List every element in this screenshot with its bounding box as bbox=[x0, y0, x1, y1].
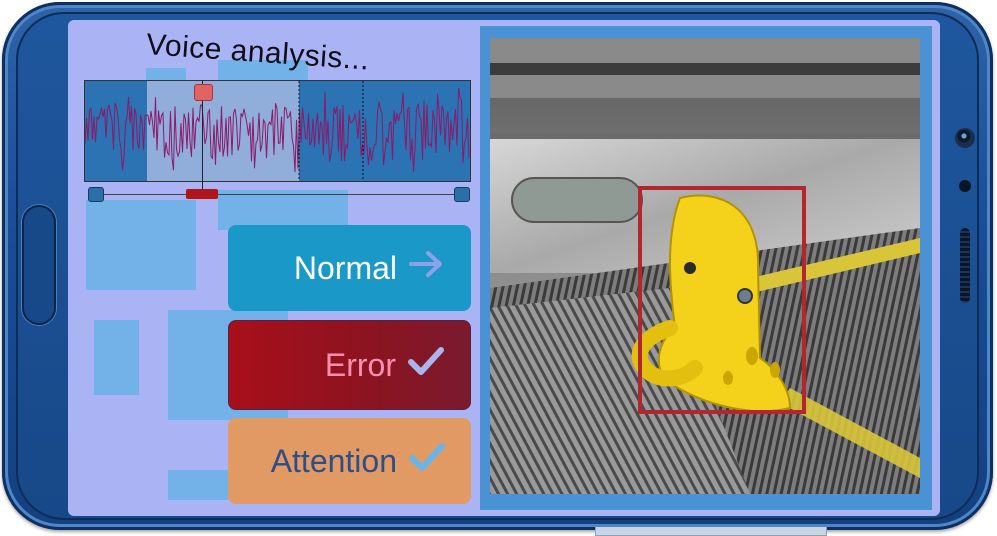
scrub-end-handle[interactable] bbox=[454, 187, 470, 202]
attention-button-label: Attention bbox=[270, 442, 397, 479]
normal-button[interactable]: Normal bbox=[228, 225, 471, 311]
detection-bounding-box bbox=[638, 186, 806, 414]
normal-button-label: Normal bbox=[293, 249, 397, 286]
bg-tile bbox=[94, 320, 139, 395]
error-button-label: Error bbox=[324, 346, 396, 383]
scrub-start-handle[interactable] bbox=[88, 187, 104, 202]
waveform-graph bbox=[85, 81, 470, 181]
bg-tile bbox=[218, 190, 348, 230]
audio-waveform[interactable] bbox=[84, 80, 471, 182]
home-button[interactable] bbox=[22, 205, 56, 325]
escalator-photo bbox=[490, 38, 920, 494]
app-screen: Voice analysis... Normal Error Attention bbox=[68, 20, 940, 516]
waveform-trace bbox=[85, 87, 470, 173]
attention-button[interactable]: Attention bbox=[228, 418, 471, 504]
speaker-grille-icon bbox=[960, 228, 970, 303]
scrub-thumb[interactable] bbox=[186, 189, 218, 199]
arrow-right-icon bbox=[409, 249, 445, 287]
playhead-handle[interactable] bbox=[194, 84, 213, 101]
bg-tile bbox=[86, 200, 196, 290]
sensor-icon bbox=[959, 180, 971, 192]
checkmark-icon bbox=[408, 346, 444, 384]
camera-icon bbox=[955, 128, 975, 148]
photo-panel bbox=[480, 26, 932, 510]
error-button[interactable]: Error bbox=[228, 320, 471, 410]
scrub-track[interactable] bbox=[94, 194, 462, 195]
checkmark-icon bbox=[409, 442, 445, 480]
